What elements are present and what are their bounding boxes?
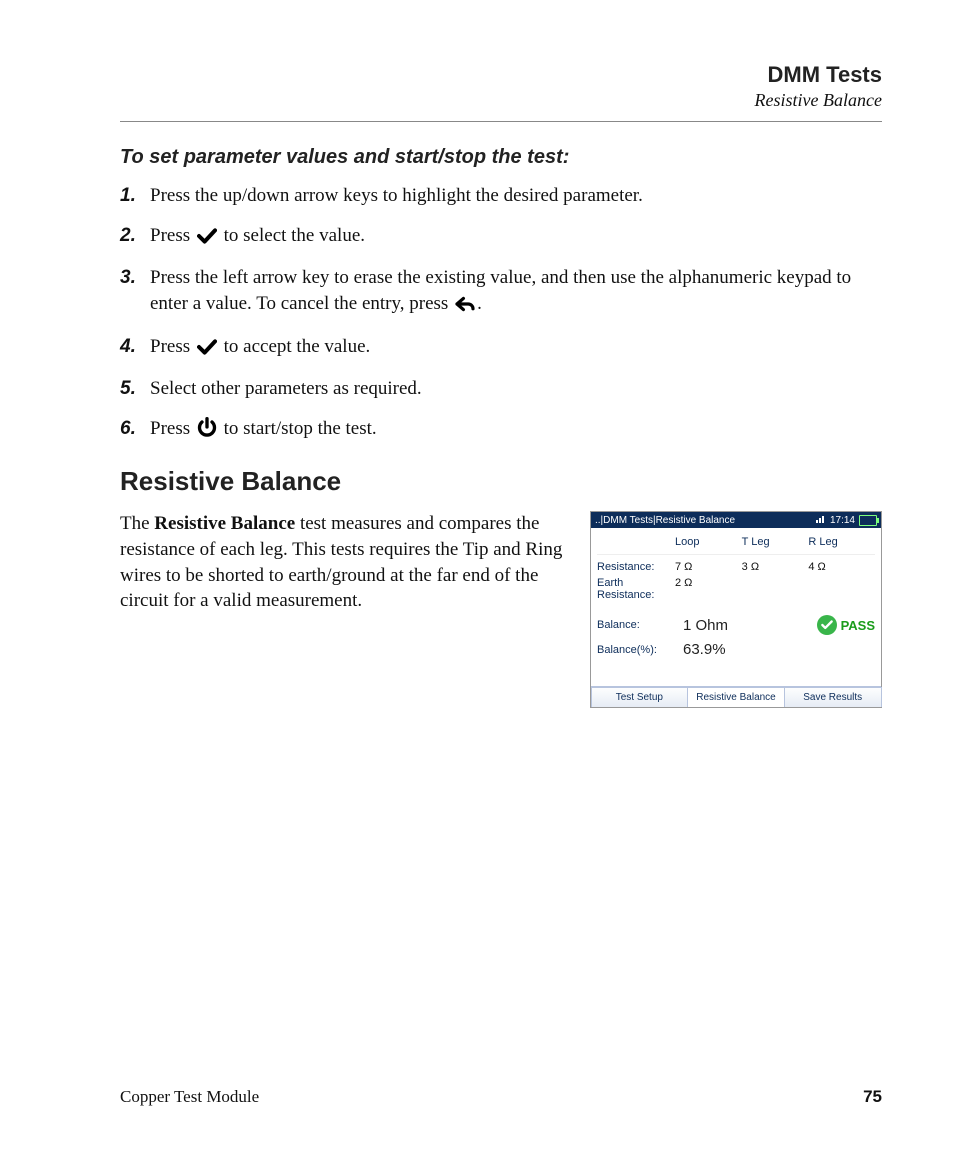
header-rule xyxy=(120,121,882,122)
step-text: Select other parameters as required. xyxy=(150,376,882,402)
row-loop: 2 Ω xyxy=(675,577,742,601)
step-number: 5. xyxy=(120,376,150,402)
row-rleg: 4 Ω xyxy=(808,561,875,573)
step-text: Press to start/stop the test. xyxy=(150,416,882,445)
step-item: 6.Press to start/stop the test. xyxy=(120,416,882,445)
procedure-steps: 1.Press the up/down arrow keys to highli… xyxy=(120,183,882,444)
footer-doc-title: Copper Test Module xyxy=(120,1087,259,1107)
balance-label: Balance: xyxy=(597,619,675,631)
check-icon xyxy=(197,226,217,252)
step-number: 2. xyxy=(120,223,150,249)
page-header-title: DMM Tests xyxy=(120,62,882,88)
step-number: 4. xyxy=(120,334,150,360)
row-label: Earth Resistance: xyxy=(597,577,675,601)
page-header-subtitle: Resistive Balance xyxy=(120,90,882,111)
row-tleg: 3 Ω xyxy=(742,561,809,573)
device-tab[interactable]: Save Results xyxy=(784,687,882,707)
procedure-heading: To set parameter values and start/stop t… xyxy=(120,146,882,169)
check-icon xyxy=(197,337,217,363)
device-tabs: Test SetupResistive BalanceSave Results xyxy=(591,686,881,707)
col-header-loop: Loop xyxy=(675,536,742,548)
balance-value: 1 Ohm xyxy=(683,617,728,634)
section-heading: Resistive Balance xyxy=(120,466,882,497)
device-time: 17:14 xyxy=(830,515,855,526)
step-item: 2.Press to select the value. xyxy=(120,223,882,252)
row-loop: 7 Ω xyxy=(675,561,742,573)
balance-pct-value: 63.9% xyxy=(683,641,726,658)
step-number: 1. xyxy=(120,183,150,209)
pass-check-icon xyxy=(817,615,837,635)
step-text: Press to accept the value. xyxy=(150,334,882,363)
step-number: 3. xyxy=(120,265,150,291)
balance-pct-label: Balance(%): xyxy=(597,644,675,656)
step-text: Press the up/down arrow keys to highligh… xyxy=(150,183,882,209)
row-rleg xyxy=(808,577,875,601)
device-tab[interactable]: Test Setup xyxy=(591,687,689,707)
pass-badge: PASS xyxy=(817,615,875,635)
device-data-row: Earth Resistance:2 Ω xyxy=(597,575,875,603)
col-header-tleg: T Leg xyxy=(742,536,809,548)
device-screenshot: ..|DMM Tests|Resistive Balance 17:14 Loo… xyxy=(590,511,882,708)
battery-icon xyxy=(859,515,877,526)
power-icon xyxy=(197,417,217,445)
footer-page-number: 75 xyxy=(863,1087,882,1107)
step-item: 5.Select other parameters as required. xyxy=(120,376,882,402)
signal-icon xyxy=(816,514,826,526)
step-item: 3.Press the left arrow key to erase the … xyxy=(120,265,882,319)
row-tleg xyxy=(742,577,809,601)
step-text: Press the left arrow key to erase the ex… xyxy=(150,265,882,319)
step-number: 6. xyxy=(120,416,150,442)
step-item: 1.Press the up/down arrow keys to highli… xyxy=(120,183,882,209)
step-item: 4.Press to accept the value. xyxy=(120,334,882,363)
device-tab[interactable]: Resistive Balance xyxy=(687,687,785,707)
device-data-row: Resistance:7 Ω3 Ω4 Ω xyxy=(597,559,875,575)
back-icon xyxy=(455,294,475,320)
device-titlebar: ..|DMM Tests|Resistive Balance 17:14 xyxy=(591,512,881,528)
row-label: Resistance: xyxy=(597,561,675,573)
section-description: The Resistive Balance test measures and … xyxy=(120,511,574,614)
device-breadcrumb: ..|DMM Tests|Resistive Balance xyxy=(595,515,735,526)
step-text: Press to select the value. xyxy=(150,223,882,252)
col-header-rleg: R Leg xyxy=(808,536,875,548)
